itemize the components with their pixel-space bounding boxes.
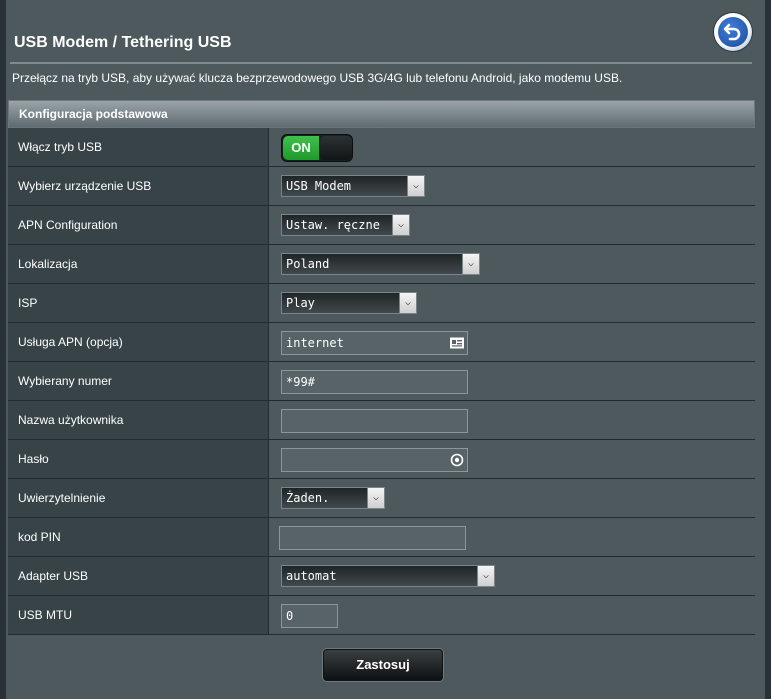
chevron-down-icon: ⌵ [477,566,494,586]
chevron-down-icon: ⌵ [462,254,479,274]
row-usb-mode: Włącz tryb USB ON [8,128,755,167]
select-value: USB Modem [286,179,352,193]
page-title: USB Modem / Tethering USB [14,34,232,51]
mtu-input[interactable]: 0 [281,604,338,628]
row-pin: kod PIN [8,518,755,557]
apn-config-select[interactable]: Ustaw. ręczne ⌵ [281,214,410,236]
chevron-down-icon: ⌵ [407,176,424,196]
pin-input[interactable] [279,526,466,550]
password-input[interactable] [281,448,468,472]
row-label: kod PIN [8,518,269,556]
row-usb-device: Wybierz urządzenie USB USB Modem ⌵ [8,167,755,206]
adapter-select[interactable]: automat ⌵ [281,565,495,587]
row-apn-config: APN Configuration Ustaw. ręczne ⌵ [8,206,755,245]
row-label: ISP [8,284,269,322]
select-value: automat [286,569,337,583]
row-label: Hasło [8,440,269,478]
row-mtu: USB MTU 0 [8,596,755,635]
apply-button[interactable]: Zastosuj [323,649,443,681]
title-divider [10,62,752,64]
eye-icon[interactable] [450,453,464,467]
row-password: Hasło [8,440,755,479]
toggle-on-label: ON [283,136,319,160]
back-button[interactable] [714,13,752,51]
row-adapter: Adapter USB automat ⌵ [8,557,755,596]
select-value: Żaden. [286,491,330,505]
row-dial-number: Wybierany numer *99# [8,362,755,401]
select-value: Play [286,296,315,310]
row-label: Włącz tryb USB [8,128,269,166]
row-label: Uwierzytelnienie [8,479,269,517]
row-label: Lokalizacja [8,245,269,283]
row-apn-service: Usługa APN (opcja) internet [8,323,755,362]
chevron-down-icon: ⌵ [392,215,409,235]
back-arrow-icon [718,17,748,47]
dial-number-input[interactable]: *99# [281,370,468,394]
settings-table: Włącz tryb USB ON Wybierz urządzenie USB… [8,128,755,635]
row-auth: Uwierzytelnienie Żaden. ⌵ [8,479,755,518]
chevron-down-icon: ⌵ [367,488,384,508]
page-description: Przełącz na tryb USB, aby używać klucza … [12,71,623,85]
chevron-down-icon: ⌵ [399,293,416,313]
input-value: internet [286,336,344,350]
row-isp: ISP Play ⌵ [8,284,755,323]
section-header: Konfiguracja podstawowa [8,100,755,128]
location-select[interactable]: Poland ⌵ [281,253,480,275]
row-label: APN Configuration [8,206,269,244]
username-input[interactable] [281,409,468,433]
usb-device-select[interactable]: USB Modem ⌵ [281,175,425,197]
row-label: Nazwa użytkownika [8,401,269,439]
row-label: Usługa APN (opcja) [8,323,269,361]
select-value: Ustaw. ręczne [286,218,380,232]
contact-card-icon[interactable] [450,336,464,350]
row-username: Nazwa użytkownika [8,401,755,440]
usb-mode-toggle[interactable]: ON [281,134,353,162]
apn-service-input[interactable]: internet [281,331,468,355]
row-label: Wybierany numer [8,362,269,400]
auth-select[interactable]: Żaden. ⌵ [281,487,385,509]
isp-select[interactable]: Play ⌵ [281,292,417,314]
row-label: Wybierz urządzenie USB [8,167,269,205]
input-value: *99# [286,375,315,389]
select-value: Poland [286,257,330,271]
row-label: Adapter USB [8,557,269,595]
row-label: USB MTU [8,596,269,634]
toggle-knob [320,136,352,160]
row-location: Lokalizacja Poland ⌵ [8,245,755,284]
input-value: 0 [286,609,294,623]
